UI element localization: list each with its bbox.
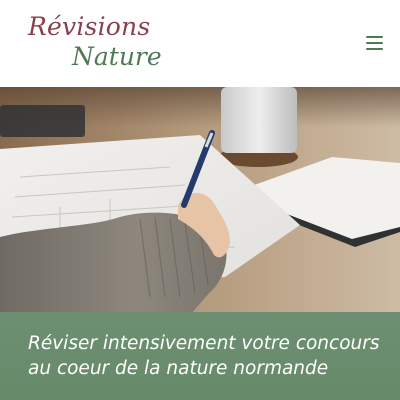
menu-bar-middle (366, 42, 383, 44)
site-logo[interactable]: Révisions Nature (28, 12, 168, 74)
hero-tagline: Réviser intensivement votre concours au … (28, 331, 380, 381)
logo-word-revisions: Révisions (28, 12, 151, 41)
dark-object (0, 105, 85, 137)
menu-bar-top (366, 36, 383, 38)
tagline-line-1: Réviser intensivement votre concours (28, 333, 380, 354)
hero-image (0, 87, 400, 315)
hero-writing-illustration (0, 87, 400, 315)
menu-bar-bottom (366, 48, 383, 50)
logo-word-nature: Nature (72, 42, 162, 71)
tagline-band: Réviser intensivement votre concours au … (0, 312, 400, 400)
coffee-mug (221, 87, 297, 153)
site-header: Révisions Nature (0, 0, 400, 87)
page: Révisions Nature Réviser intensivement v… (0, 0, 400, 400)
tagline-line-2: au coeur de la nature normande (28, 358, 329, 379)
hamburger-menu-icon[interactable] (366, 34, 384, 54)
